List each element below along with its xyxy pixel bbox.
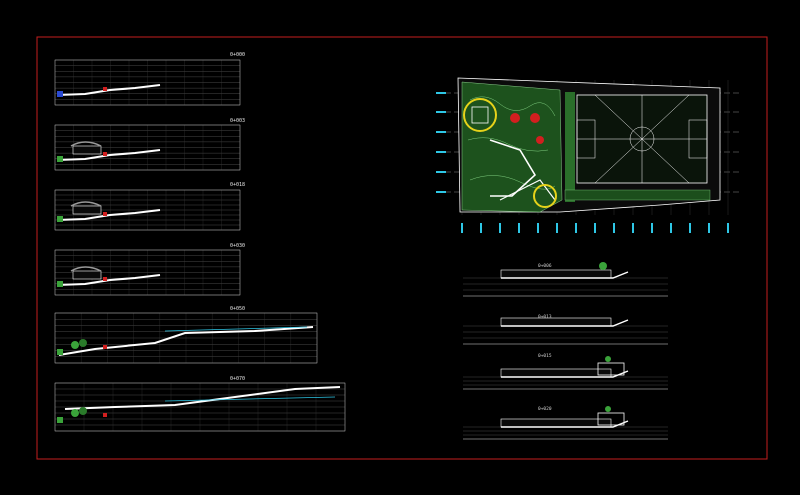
cad-drawing-canvas: 0+000 0+003 0+018 0+030 0+050 0+070 0+00… [0, 0, 800, 495]
axis-marker-col [461, 223, 463, 233]
accent-mark [103, 152, 107, 156]
vegetation [71, 341, 79, 349]
right-section-group [463, 262, 668, 440]
right-section-label-2: 0+015 [538, 353, 552, 359]
terrain-profile [56, 84, 161, 96]
structure-block [72, 270, 102, 280]
right-section-label-0: 0+006 [538, 263, 552, 269]
axis-marker-row [436, 111, 446, 113]
structure-block [72, 205, 102, 215]
small-section-0 [463, 262, 668, 297]
small-section-2 [463, 356, 668, 390]
left-section-group [54, 59, 346, 432]
axis-marker-row [436, 191, 446, 193]
axis-marker-col [556, 223, 558, 233]
accent-mark [57, 349, 63, 355]
tree-red-1 [510, 113, 520, 123]
profile-section-5 [54, 382, 346, 432]
tree-red-2 [530, 113, 540, 123]
vegetation [79, 407, 87, 415]
terrain-profile [56, 149, 161, 161]
section-label-1: 0+003 [230, 118, 245, 124]
accent-mark [103, 212, 107, 216]
bottom-planting [564, 189, 711, 201]
profile-section-0 [54, 59, 241, 106]
terrain-profile [56, 274, 161, 286]
site-plan [436, 77, 740, 233]
axis-marker-col [518, 223, 520, 233]
axis-marker-col [632, 223, 634, 233]
accent-mark [103, 413, 107, 417]
tree-red-3 [536, 136, 544, 144]
vegetation [605, 356, 611, 362]
axis-marker-row [436, 151, 446, 153]
canopy [70, 141, 102, 147]
axis-marker-col [594, 223, 596, 233]
section-label-4: 0+050 [230, 306, 245, 312]
axis-marker-col [613, 223, 615, 233]
axis-marker-row [436, 92, 446, 94]
axis-marker-row [436, 131, 446, 133]
accent-mark [57, 417, 63, 423]
accent-mark [57, 156, 63, 162]
vegetation [599, 262, 607, 270]
accent-mark [57, 281, 63, 287]
accent-mark [103, 87, 107, 91]
accent-mark [103, 345, 107, 349]
section-label-0: 0+000 [230, 52, 245, 58]
canopy [70, 201, 102, 207]
structure-body [500, 317, 612, 327]
vegetation [79, 339, 87, 347]
field-border-planting [565, 92, 575, 202]
profile-section-1 [54, 124, 241, 171]
vegetation [71, 409, 79, 417]
profile-section-2 [54, 189, 241, 231]
axis-marker-col [575, 223, 577, 233]
section-label-2: 0+018 [230, 182, 245, 188]
right-section-label-3: 0+020 [538, 406, 552, 412]
canopy [70, 266, 102, 272]
section-label-5: 0+070 [230, 376, 245, 382]
axis-marker-col [670, 223, 672, 233]
right-section-label-1: 0+013 [538, 314, 552, 320]
structure-body [500, 418, 612, 428]
accent-mark [103, 277, 107, 281]
axis-marker-col [651, 223, 653, 233]
structure-block [72, 145, 102, 155]
small-section-3 [463, 406, 668, 440]
cyan-guideline [164, 396, 336, 402]
axis-marker-col [499, 223, 501, 233]
axis-marker-col [480, 223, 482, 233]
axis-marker-col [537, 223, 539, 233]
section-label-3: 0+030 [230, 243, 245, 249]
accent-mark [57, 216, 63, 222]
structure-body [500, 269, 612, 279]
vegetation [605, 406, 611, 412]
axis-marker-col [708, 223, 710, 233]
profile-section-3 [54, 249, 241, 296]
axis-marker-col [689, 223, 691, 233]
structure-body [500, 368, 612, 378]
axis-marker-row [436, 171, 446, 173]
profile-section-4 [54, 312, 318, 364]
axis-marker-col [727, 223, 729, 233]
accent-mark [57, 91, 63, 97]
small-section-1 [463, 317, 668, 345]
